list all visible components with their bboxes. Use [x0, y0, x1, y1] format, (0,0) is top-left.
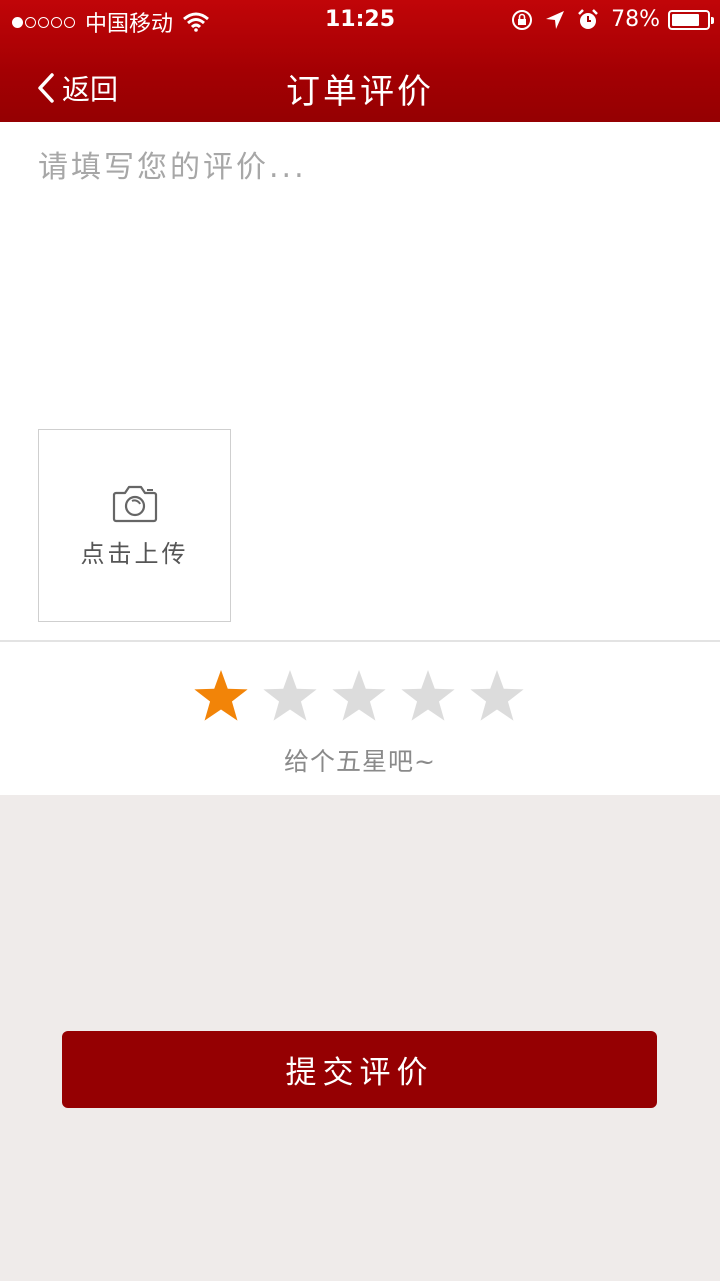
- alarm-icon: [578, 8, 598, 29]
- location-arrow-icon: [546, 10, 565, 29]
- star-rating: [192, 668, 537, 726]
- navigation-bar: 返回 订单评价: [0, 50, 720, 122]
- review-panel: 点击上传: [0, 122, 720, 640]
- status-bar: 中国移动 11:25 78%: [0, 0, 720, 40]
- star-icon-3[interactable]: [330, 668, 388, 726]
- camera-icon: [112, 485, 158, 523]
- star-icon-2[interactable]: [261, 668, 319, 726]
- star-icon-4[interactable]: [399, 668, 457, 726]
- orientation-lock-icon: [512, 9, 533, 30]
- battery-level-fill: [672, 13, 699, 26]
- battery-icon: [668, 9, 714, 30]
- star-icon-1[interactable]: [192, 668, 250, 726]
- top-bar: 中国移动 11:25 78% 返回 订单评价: [0, 0, 720, 122]
- review-text-input[interactable]: [38, 142, 682, 422]
- rating-panel: 给个五星吧~: [0, 642, 720, 795]
- upload-label: 点击上传: [80, 540, 189, 568]
- star-icon-5[interactable]: [468, 668, 526, 726]
- rating-hint: 给个五星吧~: [284, 747, 436, 776]
- submit-review-button[interactable]: 提交评价: [62, 1031, 657, 1108]
- page-title: 订单评价: [286, 72, 434, 112]
- photo-upload-button[interactable]: 点击上传: [38, 429, 231, 622]
- battery-percentage: 78%: [611, 7, 660, 32]
